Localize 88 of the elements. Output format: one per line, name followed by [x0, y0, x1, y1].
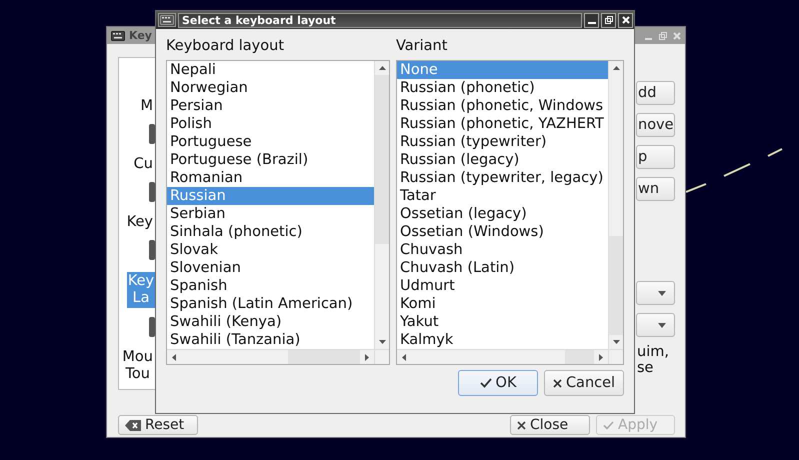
variant-item[interactable]: Komi	[397, 295, 608, 313]
keyboard-icon	[160, 15, 174, 25]
dropdown[interactable]	[636, 313, 675, 337]
close-button[interactable]: Close	[510, 415, 590, 435]
scroll-down-icon[interactable]	[612, 340, 620, 344]
layout-item[interactable]: Serbian	[167, 205, 374, 223]
category-item[interactable]: M	[138, 98, 155, 115]
scrollbar-thumb[interactable]	[609, 236, 623, 335]
vertical-scrollbar[interactable]	[374, 61, 389, 349]
layout-item[interactable]: Spanish (Latin American)	[167, 295, 374, 313]
layout-item[interactable]: Nepali	[167, 61, 374, 79]
checkmark-icon	[480, 378, 492, 388]
layout-item[interactable]: Persian	[167, 97, 374, 115]
scrollbar-thumb[interactable]	[564, 350, 594, 364]
layout-item[interactable]: Sinhala (phonetic)	[167, 223, 374, 241]
scroll-left-icon[interactable]	[402, 354, 406, 360]
cancel-button[interactable]: Cancel	[544, 370, 624, 396]
category-item[interactable]: Mou Tou	[120, 349, 155, 383]
list-heading: Keyboard layout	[166, 37, 286, 55]
category-item[interactable]: Cu	[132, 156, 155, 173]
category-icon	[149, 240, 155, 260]
scrollbar-corner	[374, 349, 389, 364]
caret-icon	[658, 322, 666, 328]
side-button[interactable]: dd	[636, 81, 675, 105]
backspace-icon	[125, 420, 141, 430]
layout-item[interactable]: Norwegian	[167, 79, 374, 97]
close-button[interactable]	[618, 12, 633, 28]
close-icon[interactable]	[673, 32, 681, 40]
reset-button[interactable]: Reset	[118, 415, 198, 435]
note-text: se	[637, 360, 654, 376]
list-heading: Variant	[396, 37, 448, 55]
scrollbar-thumb[interactable]	[288, 350, 360, 364]
keyboard-icon	[111, 30, 125, 40]
variant-item[interactable]: Ossetian (legacy)	[397, 205, 608, 223]
window-title: Key	[129, 29, 152, 42]
layout-item[interactable]: Portuguese	[167, 133, 374, 151]
side-button[interactable]: p	[636, 145, 675, 169]
variant-item[interactable]: Tatar	[397, 187, 608, 205]
category-icon	[149, 182, 155, 202]
scroll-up-icon[interactable]	[612, 66, 620, 70]
scroll-up-icon[interactable]	[378, 66, 386, 70]
layout-item[interactable]: Slovak	[167, 241, 374, 259]
variant-item[interactable]: Chuvash (Latin)	[397, 259, 608, 277]
vertical-scrollbar[interactable]	[608, 61, 623, 349]
variant-item[interactable]: Chuvash	[397, 241, 608, 259]
ok-button[interactable]: OK	[458, 370, 538, 396]
layout-item[interactable]: Swahili (Kenya)	[167, 313, 374, 331]
variant-item[interactable]: Russian (legacy)	[397, 151, 608, 169]
layout-item[interactable]: Romanian	[167, 169, 374, 187]
note-text: uim,	[637, 344, 669, 360]
layout-item[interactable]: Swahili (Tanzania)	[167, 331, 374, 349]
layout-item[interactable]: Polish	[167, 115, 374, 133]
horizontal-scrollbar[interactable]	[397, 349, 608, 364]
dropdown[interactable]	[636, 281, 675, 305]
variant-item[interactable]: Kalmyk	[397, 331, 608, 349]
variant-item[interactable]: Russian (typewriter)	[397, 133, 608, 151]
category-icon	[149, 124, 155, 144]
variant-item[interactable]: Russian (phonetic, YAZHERT	[397, 115, 608, 133]
close-icon	[622, 16, 630, 24]
side-button[interactable]: nove	[636, 113, 675, 137]
variant-item[interactable]: Russian (phonetic)	[397, 79, 608, 97]
horizontal-scrollbar[interactable]	[167, 349, 374, 364]
dialog-title: Select a keyboard layout	[178, 12, 582, 28]
category-icon	[149, 317, 155, 337]
scrollbar-corner	[608, 349, 623, 364]
layout-item[interactable]: Spanish	[167, 277, 374, 295]
scrollbar-thumb[interactable]	[375, 75, 389, 244]
variant-item[interactable]: Russian (phonetic, Windows	[397, 97, 608, 115]
variant-item[interactable]: Udmurt	[397, 277, 608, 295]
minimize-button[interactable]	[584, 12, 599, 28]
scroll-down-icon[interactable]	[378, 340, 386, 344]
scroll-right-icon[interactable]	[365, 354, 369, 360]
variant-item[interactable]: Ossetian (Windows)	[397, 223, 608, 241]
close-icon	[552, 378, 562, 388]
side-button[interactable]: wn	[636, 177, 675, 201]
close-icon	[517, 420, 526, 430]
scroll-right-icon[interactable]	[599, 354, 603, 360]
caret-icon	[658, 290, 666, 296]
restore-icon[interactable]	[659, 32, 667, 40]
variant-item[interactable]: Yakut	[397, 313, 608, 331]
layout-item[interactable]: Slovenian	[167, 259, 374, 277]
variant-item[interactable]: Russian (typewriter, legacy)	[397, 169, 608, 187]
scroll-left-icon[interactable]	[172, 354, 176, 360]
category-item[interactable]: Key	[124, 214, 155, 231]
restore-button[interactable]	[601, 12, 616, 28]
layout-item[interactable]: Portuguese (Brazil)	[167, 151, 374, 169]
checkmark-icon	[603, 420, 614, 430]
restore-icon	[604, 16, 612, 24]
